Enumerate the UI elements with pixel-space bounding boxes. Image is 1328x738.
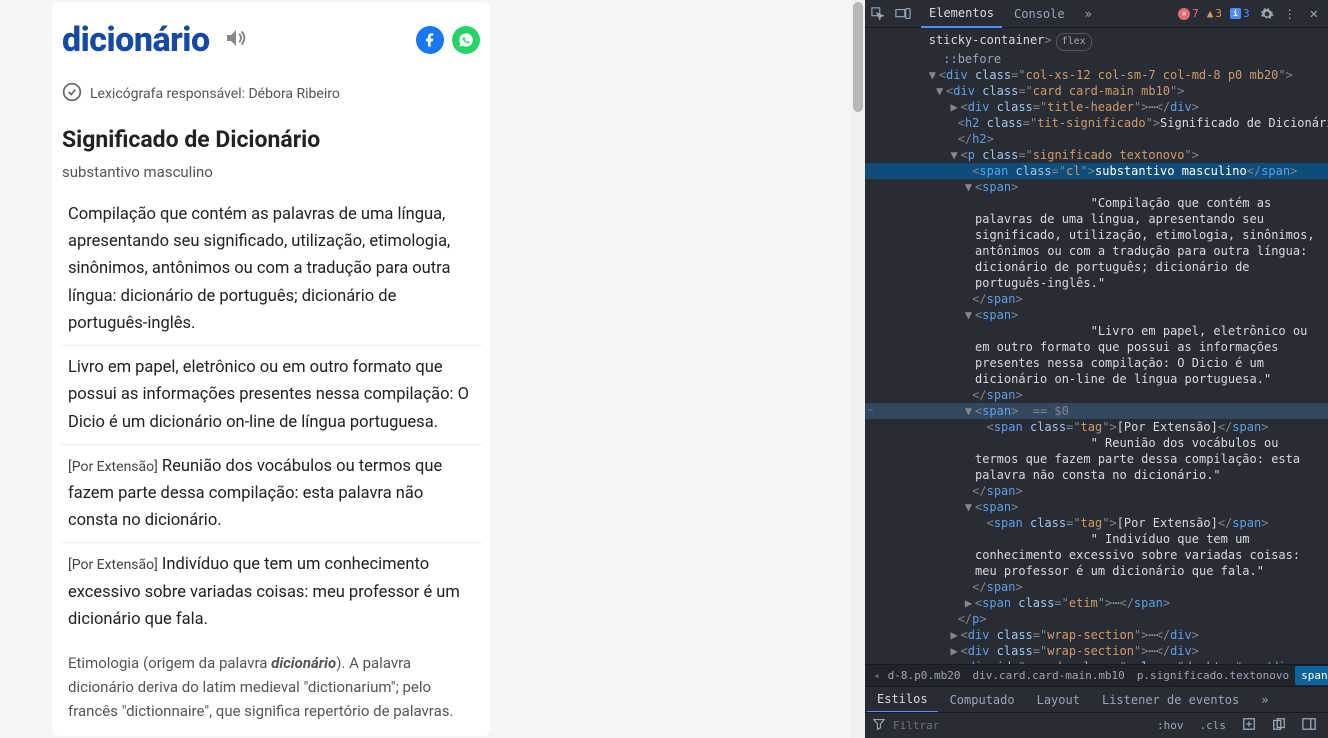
styles-filter-input[interactable] xyxy=(893,719,1145,732)
title-header: dicionário xyxy=(60,20,482,68)
cls-button[interactable]: .cls xyxy=(1196,717,1231,734)
device-icon[interactable] xyxy=(895,7,911,21)
inspect-icon[interactable] xyxy=(871,7,885,21)
whatsapp-icon[interactable] xyxy=(452,26,480,54)
page-scrollbar-track[interactable] xyxy=(851,0,865,738)
definition-text: Livro em papel, eletrônico ou em outro f… xyxy=(68,358,469,431)
definition-tag: [Por Extensão] xyxy=(68,459,158,475)
devtools-topbar: Elementos Console » ✕7 ▲3 i3 ⋮ ✕ xyxy=(865,0,1328,28)
etymology: Etimologia (origem da palavra dicionário… xyxy=(60,641,482,733)
definition-text: Compilação que contém as palavras de uma… xyxy=(68,205,450,333)
info-count[interactable]: i3 xyxy=(1230,7,1250,20)
synonyms-heading: Sinônimos de Dicionário xyxy=(60,733,482,736)
tab-event-listeners[interactable]: Listener de eventos xyxy=(1092,688,1249,712)
etym-word: dicionário xyxy=(271,654,336,672)
crumb-2[interactable]: div.card.card-main.mb10 xyxy=(966,666,1130,685)
filter-icon xyxy=(873,718,885,733)
definition-item: [Por Extensão] Reunião dos vocábulos ou … xyxy=(60,445,482,544)
definitions-list: Compilação que contém as palavras de uma… xyxy=(60,193,482,641)
tab-layout[interactable]: Layout xyxy=(1027,688,1090,712)
page-title: dicionário xyxy=(62,20,210,60)
crumb-left-icon[interactable]: ◂ xyxy=(871,669,882,682)
crumb-1[interactable]: d-8.p0.mb20 xyxy=(882,666,967,685)
devtools-pane: Elementos Console » ✕7 ▲3 i3 ⋮ ✕ sticky-… xyxy=(865,0,1328,738)
facebook-icon[interactable] xyxy=(416,26,444,54)
etym-pre: Etimologia (origem da palavra xyxy=(68,654,271,672)
definition-item: Compilação que contém as palavras de uma… xyxy=(60,193,482,346)
meaning-heading: Significado de Dicionário xyxy=(60,124,482,163)
grammatical-class: substantivo masculino xyxy=(60,163,482,193)
tab-elements[interactable]: Elementos xyxy=(921,0,1002,28)
page-content-pane: dicionário Lexicógrafa responsável: Débo… xyxy=(0,0,865,738)
new-style-icon[interactable] xyxy=(1238,715,1260,736)
title-left: dicionário xyxy=(62,20,248,60)
page-scrollbar-thumb[interactable] xyxy=(853,2,863,112)
gear-icon[interactable] xyxy=(1260,7,1274,21)
breadcrumb: ◂ d-8.p0.mb20 div.card.card-main.mb10 p.… xyxy=(865,664,1328,686)
verify-label: Lexicógrafa responsável: Débora Ribeiro xyxy=(90,86,340,102)
styles-filter-row: :hov .cls xyxy=(865,712,1328,738)
styles-tabs: Estilos Computado Layout Listener de eve… xyxy=(865,686,1328,712)
definition-tag: [Por Extensão] xyxy=(68,557,158,573)
dom-tree[interactable]: sticky-container>flex ::before ▼<div cla… xyxy=(865,28,1328,664)
error-count[interactable]: ✕7 xyxy=(1178,7,1199,20)
audio-icon[interactable] xyxy=(224,26,248,54)
tab-computed[interactable]: Computado xyxy=(940,688,1025,712)
hov-button[interactable]: :hov xyxy=(1153,717,1188,734)
dictionary-card: dicionário Lexicógrafa responsável: Débo… xyxy=(52,2,490,736)
warning-count[interactable]: ▲3 xyxy=(1207,7,1222,20)
panel-toggle-icon[interactable] xyxy=(1298,715,1320,736)
check-icon xyxy=(62,82,82,106)
crumb-3[interactable]: p.significado.textonovo xyxy=(1131,666,1295,685)
devtools-tabs: Elementos Console » xyxy=(921,0,1168,28)
definition-item: Livro em papel, eletrônico ou em outro f… xyxy=(60,346,482,445)
verify-row: Lexicógrafa responsável: Débora Ribeiro xyxy=(60,68,482,124)
close-icon[interactable]: ✕ xyxy=(1306,6,1322,22)
device-rotation-icon[interactable] xyxy=(1268,715,1290,736)
definition-item: [Por Extensão] Indivíduo que tem um conh… xyxy=(60,543,482,641)
tab-styles-more[interactable]: » xyxy=(1251,688,1278,712)
tab-styles[interactable]: Estilos xyxy=(867,687,938,713)
kebab-icon[interactable]: ⋮ xyxy=(1284,7,1296,21)
error-badges: ✕7 ▲3 i3 xyxy=(1178,7,1250,20)
social-share xyxy=(416,26,480,54)
crumb-4[interactable]: span xyxy=(1295,666,1328,685)
tab-console[interactable]: Console xyxy=(1006,1,1073,27)
tab-more[interactable]: » xyxy=(1077,1,1100,27)
